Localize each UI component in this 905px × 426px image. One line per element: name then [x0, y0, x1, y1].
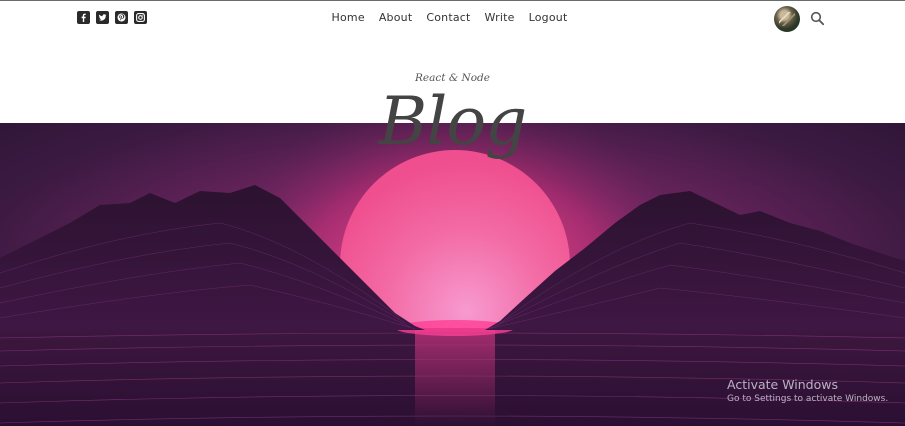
nav-home[interactable]: Home [332, 11, 365, 24]
nav-write[interactable]: Write [485, 11, 515, 24]
top-bar: Home About Contact Write Logout [0, 1, 905, 35]
main-nav: Home About Contact Write Logout [0, 11, 905, 24]
watermark-title: Activate Windows [727, 377, 838, 392]
watermark-subtitle: Go to Settings to activate Windows. [727, 394, 889, 404]
nav-logout[interactable]: Logout [529, 11, 568, 24]
user-avatar[interactable] [774, 6, 800, 32]
search-icon[interactable] [810, 11, 825, 26]
header-title: Blog [378, 83, 528, 160]
nav-contact[interactable]: Contact [426, 11, 470, 24]
windows-activation-watermark: Activate Windows Go to Settings to activ… [727, 377, 888, 404]
nav-about[interactable]: About [379, 11, 413, 24]
